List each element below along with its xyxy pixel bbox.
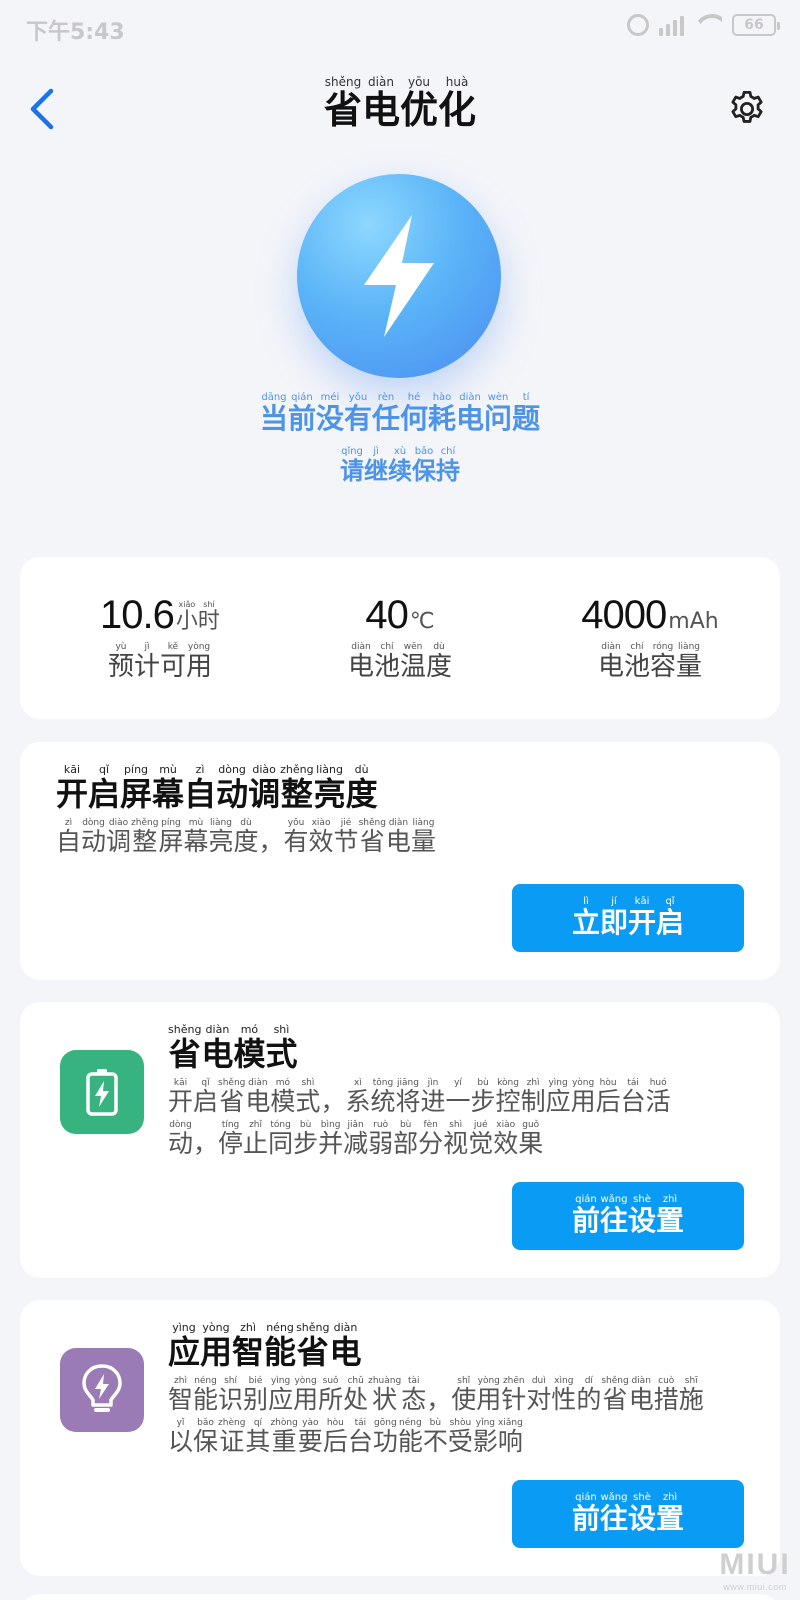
stat-unit: 小xiǎo时shí: [175, 600, 220, 634]
description-line: 开kāi启qǐ省shěng电diàn模mó式shì，系xì统tǒng将jiāng…: [168, 1078, 671, 1116]
battery-icon: [60, 1050, 144, 1134]
battery-status-icon: 66: [732, 14, 780, 36]
power-saving-mode-card: 省shěng电diàn模mó式shì 开kāi启qǐ省shěng电diàn模mó…: [20, 1002, 780, 1278]
alarm-icon: [627, 14, 649, 36]
card-title: 应yìng用yòng智zhì能néng省shěng电diàn: [168, 1321, 362, 1371]
card-title: 省shěng电diàn模mó式shì: [168, 1023, 298, 1073]
go-to-settings-button[interactable]: 前qián 往wǎng 设shè 置zhì: [512, 1182, 744, 1250]
header: 省shěng电diàn优yōu化huà: [0, 70, 800, 150]
status-bar: 下午5:43 66: [0, 0, 800, 60]
miui-watermark: MIUI www.miui.com: [718, 1548, 792, 1592]
description-line: 智zhì能néng识shí别bié应yìng用yòng所suǒ处chǔ状zhuà…: [168, 1376, 704, 1414]
stat-label: 预yù计jì可kě用yòng: [107, 642, 213, 682]
app-smart-saving-card: 应yìng用yòng智zhì能néng省shěng电diàn 智zhì能néng…: [20, 1300, 780, 1576]
stat-value: 10.6: [100, 593, 175, 637]
watermark-url: www.miui.com: [723, 1582, 787, 1592]
description-line: 以yǐ保bǎo证zhèng其qí重zhòng要yào后hòu台tái功gōng能…: [168, 1418, 523, 1457]
signal-icon: [659, 14, 684, 36]
wifi-icon: [694, 14, 722, 36]
status-time: 下午5:43: [26, 20, 125, 45]
next-card-peek: [20, 1594, 780, 1600]
stat-estimated-time: 10.6 小xiǎo时shí 预yù计jì可kě用yòng: [50, 593, 270, 683]
card-description: 开kāi启qǐ省shěng电diàn模mó式shì，系xì统tǒng将jiāng…: [168, 1078, 748, 1163]
lightbulb-icon: [60, 1348, 144, 1432]
card-description: 自zì动dòng调diào整zhěng屏píng幕mù亮liàng度dù，有yǒ…: [56, 818, 436, 860]
stat-value: 40: [365, 593, 408, 637]
stat-battery-capacity: 4000 mAh 电diàn池chí容róng量liàng: [540, 593, 760, 683]
auto-brightness-card: 开kāi启qǐ屏píng幕mù自zì动dòng调diào整zhěng亮liàng…: [20, 742, 780, 980]
stat-unit: mAh: [668, 609, 719, 634]
power-status-badge: [297, 174, 501, 378]
settings-button[interactable]: [724, 86, 770, 132]
go-to-settings-button[interactable]: 前qián 往wǎng 设shè 置zhì: [512, 1480, 744, 1548]
status-icons: 66: [627, 14, 780, 36]
lightning-bolt-icon: [364, 215, 434, 337]
stat-unit: ℃: [409, 609, 435, 634]
page-title: 省shěng电diàn优yōu化huà: [323, 75, 477, 132]
battery-stats-card: 10.6 小xiǎo时shí 预yù计jì可kě用yòng 40 ℃ 电diàn…: [20, 557, 780, 719]
watermark-logo: MIUI: [719, 1548, 791, 1581]
gear-icon: [731, 90, 763, 123]
description-line: 自zì动dòng调diào整zhěng屏píng幕mù亮liàng度dù，有yǒ…: [56, 818, 436, 856]
hero-subtitle: 请qǐng继jì续xù保bǎo持chí: [340, 446, 460, 485]
stat-label: 电diàn池chí容róng量liàng: [597, 642, 703, 682]
hero-status-text: 当dāng前qián没méi有yǒu任rèn何hé耗hào电diàn问wèn题t…: [259, 392, 541, 435]
card-title: 开kāi启qǐ屏píng幕mù自zì动dòng调diào整zhěng亮liàng…: [56, 763, 378, 813]
card-description: 智zhì能néng识shí别bié应yìng用yòng所suǒ处chǔ状zhuà…: [168, 1376, 768, 1461]
stat-battery-temperature: 40 ℃ 电diàn池chí温wēn度dù: [290, 593, 510, 683]
description-line: 动dòng，停tíng止zhǐ同tóng步bù并bìng减jiǎn弱ruò部bù…: [168, 1120, 544, 1159]
enable-now-button[interactable]: 立lì 即jí 开kāi 启qǐ: [512, 884, 744, 952]
stat-value: 4000: [581, 593, 667, 637]
stat-label: 电diàn池chí温wēn度dù: [347, 642, 453, 682]
